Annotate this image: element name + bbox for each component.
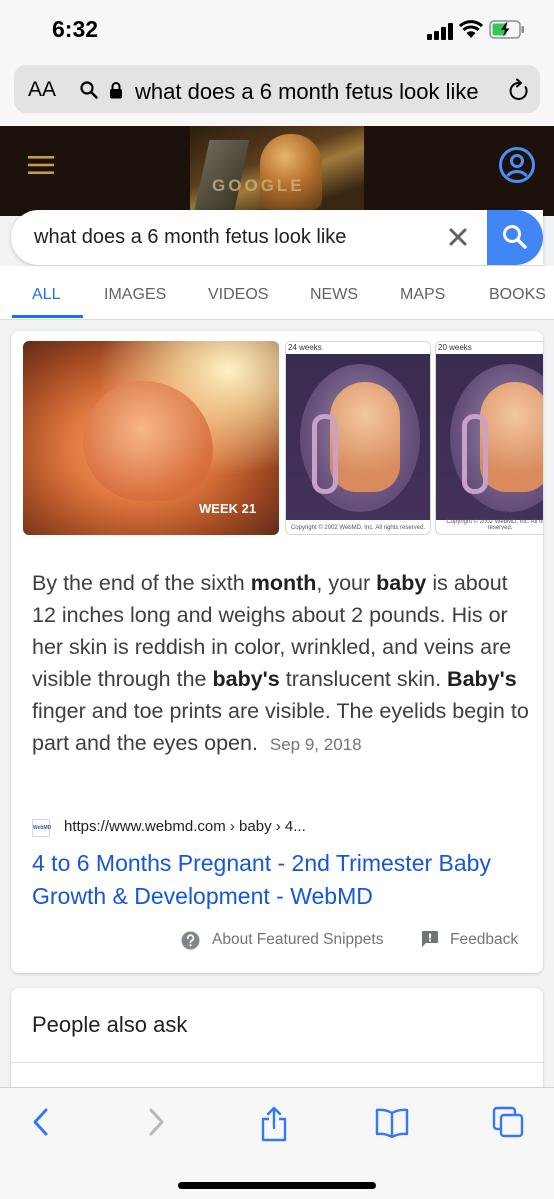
snippet-footer: About Featured Snippets Feedback [11, 929, 543, 953]
address-text[interactable]: what does a 6 month fetus look like [135, 79, 479, 105]
lock-icon [110, 82, 122, 99]
search-icon [503, 225, 527, 249]
hamburger-menu-icon[interactable] [28, 155, 54, 175]
forward-icon[interactable] [145, 1106, 167, 1138]
snippet-text: By the end of the sixth month, your baby… [32, 571, 529, 755]
result-title-link[interactable]: 4 to 6 Months Pregnant - 2nd Trimester B… [32, 847, 532, 913]
safari-address-area: AA what does a 6 month fetus look like [0, 60, 554, 126]
image-thumbnail[interactable]: 20 weeks Copyright © 2002 WebMD, Inc. Al… [435, 341, 543, 535]
reload-icon[interactable] [508, 78, 530, 102]
feedback-link[interactable]: Feedback [450, 931, 518, 949]
home-indicator [178, 1182, 376, 1189]
fetus-illustration [436, 354, 543, 520]
close-icon[interactable] [448, 227, 468, 247]
tab-maps[interactable]: MAPS [400, 286, 445, 304]
back-icon[interactable] [30, 1106, 52, 1138]
image-carousel[interactable]: WEEK 21 24 weeks Copyright © 2002 WebMD,… [11, 331, 543, 545]
tab-all[interactable]: ALL [32, 286, 60, 304]
cellular-signal-icon [427, 22, 453, 40]
doodle-text: GOOGLE [212, 176, 305, 195]
aa-label: AA [28, 78, 57, 101]
account-circle-icon[interactable] [498, 146, 536, 184]
status-time: 6:32 [52, 16, 99, 42]
google-doodle[interactable]: GOOGLE [190, 126, 364, 216]
snippet-date: Sep 9, 2018 [269, 735, 362, 754]
image-copyright: Copyright © 2002 WebMD, Inc. All rights … [446, 519, 543, 531]
search-box[interactable]: what does a 6 month fetus look like [11, 210, 543, 265]
image-label: 24 weeks [288, 343, 322, 352]
featured-snippet-card: WEEK 21 24 weeks Copyright © 2002 WebMD,… [11, 331, 543, 973]
fetus-illustration [286, 354, 430, 520]
tab-images[interactable]: IMAGES [104, 286, 166, 304]
doodle-figure [260, 134, 322, 210]
status-bar: 6:32 [0, 0, 554, 60]
safari-toolbar [0, 1087, 554, 1199]
search-input[interactable]: what does a 6 month fetus look like [34, 226, 346, 249]
people-also-ask-title: People also ask [32, 1012, 188, 1037]
source-url[interactable]: https://www.webmd.com › baby › 4... [64, 818, 306, 835]
image-label: 20 weeks [438, 343, 472, 352]
tab-news[interactable]: NEWS [310, 286, 358, 304]
help-circle-icon[interactable] [181, 931, 200, 950]
webmd-favicon: WebMD [32, 819, 51, 837]
bookmarks-icon[interactable] [375, 1106, 409, 1138]
search-tabs: ALL IMAGES VIDEOS NEWS MAPS BOOKS [0, 266, 554, 320]
active-tab-indicator [12, 315, 83, 318]
magnifier-icon [80, 81, 98, 99]
doodle-easel [194, 140, 250, 210]
image-copyright: Copyright © 2002 WebMD, Inc. All rights … [290, 525, 426, 531]
wifi-icon [459, 20, 483, 38]
image-thumbnail[interactable]: WEEK 21 [23, 341, 279, 535]
tab-books[interactable]: BOOKS [489, 286, 546, 304]
battery-charging-icon [489, 20, 524, 39]
about-featured-snippets-link[interactable]: About Featured Snippets [212, 931, 383, 949]
image-caption: WEEK 21 [199, 501, 257, 516]
tabs-icon[interactable] [492, 1106, 524, 1138]
address-bar[interactable]: AA what does a 6 month fetus look like [14, 65, 540, 113]
feedback-icon[interactable] [421, 930, 439, 948]
divider [11, 1062, 543, 1063]
search-button[interactable] [487, 210, 543, 265]
image-thumbnail[interactable]: 24 weeks Copyright © 2002 WebMD, Inc. Al… [285, 341, 431, 535]
reader-aa-button[interactable]: AA [28, 78, 56, 102]
google-header: GOOGLE [0, 126, 554, 216]
share-icon[interactable] [259, 1106, 289, 1142]
tab-videos[interactable]: VIDEOS [208, 286, 268, 304]
fetus-illustration [83, 381, 213, 501]
